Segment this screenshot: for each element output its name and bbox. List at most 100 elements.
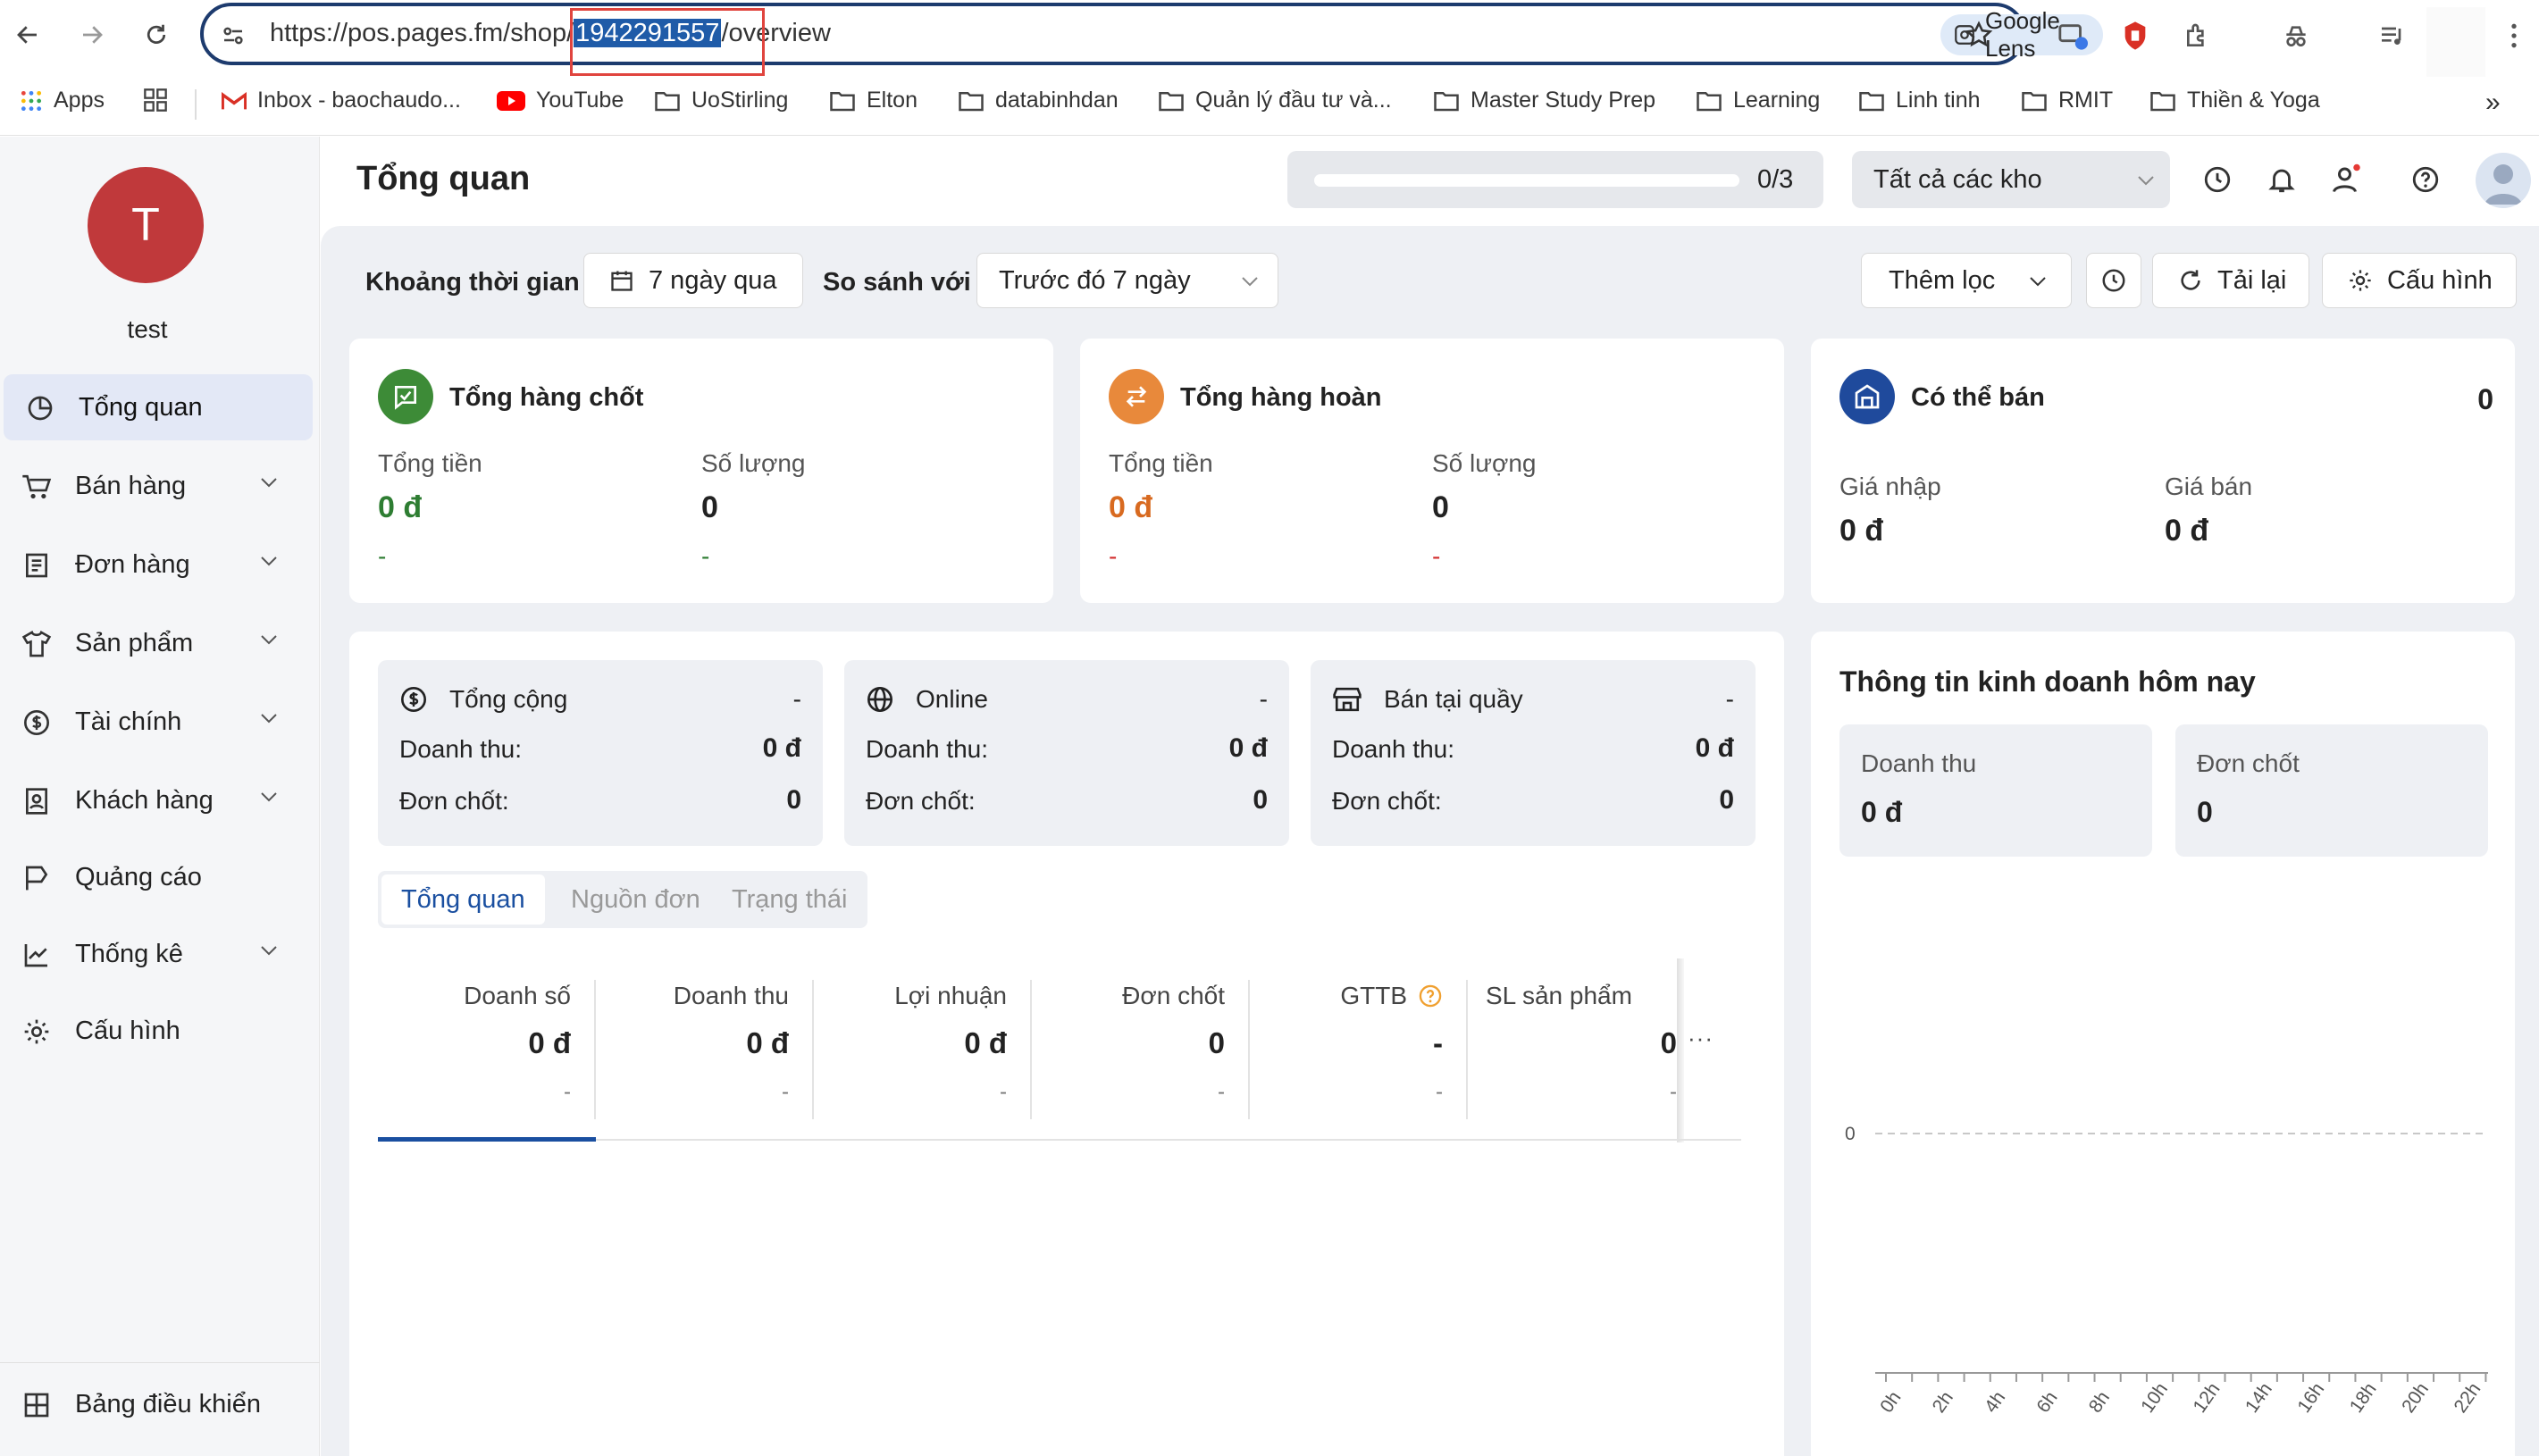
tab-status[interactable]: Trạng thái (712, 874, 867, 925)
profile-placeholder[interactable] (2426, 7, 2485, 77)
cart-icon (21, 472, 52, 502)
profile-avatar[interactable] (2476, 153, 2531, 208)
metric-label: SL sản phẩm (1486, 982, 1632, 1009)
channel-delta: - (1259, 685, 1268, 713)
globe-icon (866, 685, 905, 714)
stat-label: Giá bán (2165, 473, 2253, 500)
bookmark-folder[interactable]: UoStirling (654, 88, 788, 113)
sidebar-item-label: Đơn hàng (75, 549, 190, 579)
bookmark-folder[interactable]: Learning (1696, 88, 1820, 113)
clock-icon (2100, 267, 2127, 294)
bookmark-folder[interactable]: RMIT (2021, 88, 2113, 113)
compare-select[interactable]: Trước đó 7 ngày (976, 253, 1278, 308)
folder-icon (1158, 89, 1185, 113)
metric-value: 0 đ (528, 1026, 571, 1059)
metric-change: - (1218, 1080, 1225, 1104)
metric-label: Doanh số (464, 982, 571, 1009)
clock-icon[interactable] (2200, 162, 2235, 197)
metric-label: Đơn chốt (1122, 982, 1225, 1009)
main-area: Tổng quan 0/3 Tất cả các kho Khoảng thời… (321, 137, 2539, 1456)
metric-profit[interactable]: Lợi nhuận 0 đ - (814, 969, 1028, 1112)
bookmark-label: RMIT (2058, 88, 2114, 113)
receipt-icon (21, 550, 52, 581)
sidebar-item-products[interactable]: Sản phẩm (0, 610, 313, 676)
bookmark-star-icon[interactable] (1964, 20, 1994, 50)
dashboard-grid-icon (21, 1390, 52, 1420)
incognito-icon[interactable] (2276, 16, 2316, 55)
metric-value: - (1433, 1026, 1443, 1059)
media-queue-icon[interactable] (2373, 16, 2412, 55)
bookmark-folder[interactable]: Thiền & Yoga (2149, 88, 2320, 113)
sidebar-item-overview[interactable]: Tổng quan (4, 374, 313, 440)
bookmark-folder[interactable]: databinhdan (958, 88, 1119, 113)
stat-change: - (378, 542, 387, 570)
revenue-label: Doanh thu: (1332, 735, 1454, 763)
site-settings-icon[interactable] (220, 22, 247, 49)
reload-icon[interactable] (134, 13, 179, 57)
sidebar-item-settings[interactable]: Cấu hình (0, 998, 313, 1064)
avatar[interactable]: T (88, 167, 204, 283)
metric-closed-orders[interactable]: Đơn chốt 0 - (1032, 969, 1246, 1112)
bookmark-label: YouTube (536, 88, 624, 113)
user-icon[interactable] (2328, 162, 2364, 197)
closed-goods-card: Tổng hàng chốt Tổng tiền 0 đ - Số lượng … (349, 339, 1053, 603)
add-filter-button[interactable]: Thêm lọc (1861, 253, 2072, 308)
orders-label: Đơn chốt: (1332, 787, 1442, 815)
address-bar[interactable]: https://pos.pages.fm/shop/1942291557/ove… (200, 3, 2103, 65)
more-metrics-button[interactable]: ··· (1688, 1025, 1714, 1052)
help-icon[interactable] (2408, 162, 2443, 197)
bookmark-folder[interactable]: Master Study Prep (1433, 88, 1655, 113)
tab-overview[interactable]: Tổng quan (381, 874, 545, 925)
stat-label: Giá nhập (1839, 473, 1941, 500)
bookmark-folder[interactable]: Quản lý đầu tư và... (1158, 88, 1392, 113)
sidebar-item-ads[interactable]: Quảng cáo (0, 844, 313, 910)
extension-shield-icon[interactable] (2116, 16, 2155, 55)
sidebar-item-sales[interactable]: Bán hàng (0, 453, 313, 519)
scroll-shadow (1677, 958, 1684, 1142)
page-title: Tổng quan (356, 160, 531, 197)
bookmark-folder[interactable]: Elton (829, 88, 918, 113)
metric-average-order[interactable]: GTTB - - (1250, 969, 1464, 1112)
sidebar-item-orders[interactable]: Đơn hàng (0, 531, 313, 598)
more-bookmarks-button[interactable]: » (2485, 88, 2501, 118)
sidebar-item-statistics[interactable]: Thống kê (0, 921, 313, 987)
metric-revenue[interactable]: Doanh thu 0 đ - (596, 969, 810, 1112)
bookmark-label: Apps (54, 88, 105, 113)
gear-icon (2348, 268, 2373, 293)
tab-order-source[interactable]: Nguồn đơn (551, 874, 720, 925)
progress-track (1314, 174, 1739, 187)
bookmark-youtube[interactable]: YouTube (497, 88, 624, 113)
forward-icon[interactable] (70, 13, 114, 57)
tab-groups-icon[interactable] (143, 88, 168, 113)
extensions-puzzle-icon[interactable] (2178, 16, 2217, 55)
store-select[interactable]: Tất cả các kho (1852, 151, 2170, 208)
bell-icon[interactable] (2264, 162, 2300, 197)
cast-icon[interactable] (2053, 16, 2092, 55)
bookmark-folder[interactable]: Linh tinh (1858, 88, 1981, 113)
metric-sales[interactable]: Doanh số 0 đ - (378, 969, 592, 1112)
sidebar-item-finance[interactable]: Tài chính (0, 689, 313, 755)
help-icon[interactable] (1418, 983, 1443, 1008)
metric-product-qty[interactable]: SL sản phẩm 0 - (1468, 969, 1677, 1112)
period-picker[interactable]: 7 ngày qua (583, 253, 803, 308)
stat-change: - (1109, 542, 1118, 570)
config-button[interactable]: Cấu hình (2322, 253, 2517, 308)
back-icon[interactable] (5, 13, 50, 57)
stat-label: Số lượng (701, 449, 806, 477)
sidebar-item-customers[interactable]: Khách hàng (0, 767, 313, 833)
chevron-down-icon (2136, 174, 2156, 187)
stat-value: 0 (1432, 490, 1449, 524)
sidebar-item-dashboard[interactable]: Bảng điều khiển (0, 1371, 313, 1437)
revenue-value: 0 đ (1695, 733, 1734, 763)
bookmark-apps[interactable]: Apps (20, 88, 105, 113)
x-tick-label: 2h (1929, 1388, 1957, 1417)
history-button[interactable] (2086, 253, 2141, 308)
browser-menu-icon[interactable] (2494, 16, 2534, 55)
setup-progress[interactable]: 0/3 (1287, 151, 1823, 208)
bookmark-gmail[interactable]: Inbox - baochaudo... (222, 88, 461, 113)
reload-button[interactable]: Tải lại (2152, 253, 2309, 308)
add-filter-label: Thêm lọc (1889, 265, 1996, 295)
metric-change: - (1670, 1080, 1677, 1104)
sidebar: T test Tổng quan Bán hàng Đơn hàng Sản p… (0, 137, 320, 1456)
sidebar-item-label: Quảng cáo (75, 862, 202, 891)
